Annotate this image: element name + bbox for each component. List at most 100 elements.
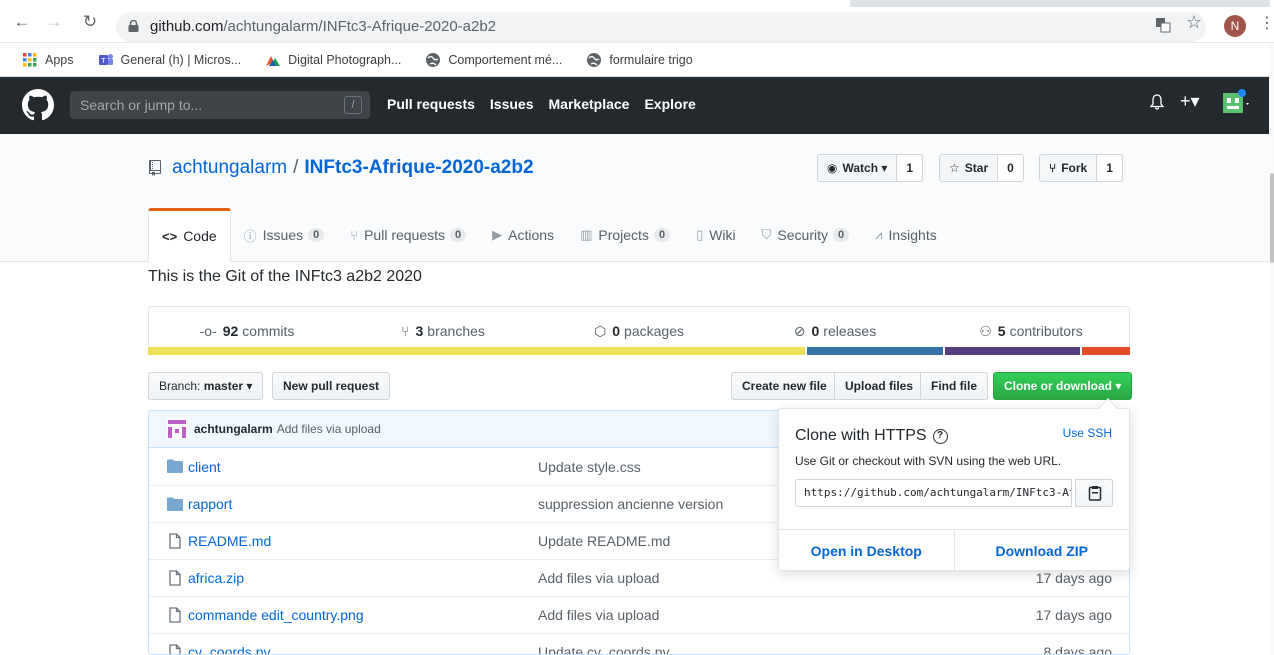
bell-icon[interactable]	[1149, 94, 1165, 113]
file-commit-message[interactable]: Update README.md	[538, 533, 670, 549]
user-avatar[interactable]	[1222, 89, 1252, 118]
repo-tabs: <> Code ⓘ Issues 0 ⑂ Pull requests 0 ▶ Actions…	[148, 208, 950, 262]
download-zip-button[interactable]: Download ZIP	[955, 530, 1130, 572]
branch-select-button[interactable]: Branch: master ▾	[148, 372, 264, 400]
back-icon[interactable]: ←	[12, 13, 32, 30]
github-header: Search or jump to... / Pull requests Iss…	[0, 77, 1274, 134]
file-name-link[interactable]: client	[188, 459, 221, 475]
folder-icon	[167, 497, 183, 511]
nav-issues[interactable]: Issues	[490, 96, 534, 112]
tab-actions[interactable]: ▶ Actions	[479, 208, 567, 262]
issue-icon: ⓘ	[243, 228, 257, 244]
url-text: github.com/achtungalarm/INFtc3-Afrique-2…	[150, 18, 497, 35]
bookmark-digital-photography[interactable]: Digital Photograph...	[265, 52, 401, 68]
file-commit-message[interactable]: Update cv_coords.py	[538, 644, 670, 654]
file-row[interactable]: cv_coords.py Update cv_coords.py 8 days ag…	[149, 633, 1129, 654]
commit-message[interactable]: Add files via upload	[277, 422, 381, 436]
file-icon	[169, 570, 181, 586]
language-segment[interactable]	[944, 347, 1081, 355]
open-in-desktop-button[interactable]: Open in Desktop	[779, 530, 955, 572]
language-segment[interactable]	[148, 347, 805, 355]
photo-site-icon	[266, 55, 281, 66]
file-name-link[interactable]: README.md	[188, 533, 271, 549]
pull-request-icon: ⑂	[350, 227, 359, 243]
file-name-link[interactable]: africa.zip	[188, 570, 244, 586]
scrollbar-thumb[interactable]	[1270, 173, 1274, 263]
page-scrollbar[interactable]	[1269, 43, 1274, 655]
upload-files-button[interactable]: Upload files	[834, 372, 925, 400]
commit-author[interactable]: achtungalarm	[194, 422, 273, 436]
star-group: ☆ Star 0	[939, 154, 1024, 182]
find-file-button[interactable]: Find file	[920, 372, 988, 400]
tab-projects[interactable]: ▥ Projects 0	[567, 208, 683, 262]
bookmark-formulaire-trigo[interactable]: formulaire trigo	[586, 52, 693, 68]
tab-pull-requests[interactable]: ⑂ Pull requests 0	[337, 208, 479, 262]
new-pull-request-button[interactable]: New pull request	[272, 372, 391, 400]
package-icon: ⬡	[594, 322, 607, 339]
watch-count[interactable]: 1	[897, 154, 924, 182]
use-ssh-link[interactable]: Use SSH	[1063, 426, 1112, 440]
star-icon: ☆	[949, 161, 960, 175]
file-commit-message[interactable]: suppression ancienne version	[538, 496, 723, 512]
globe-icon	[426, 52, 441, 67]
nav-explore[interactable]: Explore	[644, 96, 695, 112]
book-icon: ▯	[696, 227, 704, 242]
menu-dots-icon[interactable]: ⋮	[1259, 13, 1274, 33]
clone-actions: Open in Desktop Download ZIP	[779, 529, 1129, 572]
bookmark-comportement[interactable]: Comportement mé...	[425, 52, 562, 68]
file-commit-message[interactable]: Add files via upload	[538, 607, 659, 623]
shield-icon: ⛉	[761, 227, 772, 242]
reload-icon[interactable]: ↻	[80, 13, 100, 30]
bookmark-apps[interactable]: Apps	[22, 52, 74, 68]
play-icon: ▶	[492, 227, 503, 242]
clone-title: Clone with HTTPS?	[795, 427, 948, 445]
bookmark-teams[interactable]: T General (h) | Micros...	[98, 52, 241, 68]
create-new-file-button[interactable]: Create new file	[731, 372, 838, 400]
tab-code[interactable]: <> Code	[148, 208, 231, 262]
github-logo-icon[interactable]	[22, 89, 54, 121]
nav-marketplace[interactable]: Marketplace	[549, 96, 630, 112]
language-segment[interactable]	[806, 347, 943, 355]
star-button[interactable]: ☆ Star	[939, 154, 999, 182]
file-icon	[169, 533, 181, 549]
caret-down-icon: ▾	[1115, 379, 1122, 393]
clone-help-text: Use Git or checkout with SVN using the w…	[795, 454, 1062, 468]
translate-icon[interactable]	[1155, 17, 1171, 36]
question-icon[interactable]: ?	[932, 428, 948, 444]
address-bar[interactable]: github.com/achtungalarm/INFtc3-Afrique-2…	[116, 12, 1206, 42]
tab-insights[interactable]: ⩘ Insights	[862, 208, 950, 262]
language-bar[interactable]	[148, 347, 1130, 355]
file-name-link[interactable]: commande edit_country.png	[188, 607, 364, 623]
tab-wiki[interactable]: ▯ Wiki	[683, 208, 749, 262]
copy-to-clipboard-button[interactable]	[1075, 479, 1113, 507]
file-icon	[169, 607, 181, 623]
tab-issues[interactable]: ⓘ Issues 0	[231, 208, 338, 262]
clone-url-input[interactable]: https://github.com/achtungalarm/INFtc3-A…	[795, 479, 1072, 507]
browser-toolbar: ← → ↻ github.com/achtungalarm/INFtc3-Afr…	[0, 0, 1274, 43]
repo-header: achtungalarm / INFtc3-Afrique-2020-a2b2 …	[0, 134, 1274, 262]
repo-name-link[interactable]: INFtc3-Afrique-2020-a2b2	[304, 157, 533, 179]
clone-or-download-button[interactable]: Clone or download ▾	[993, 372, 1133, 400]
bookmarks-bar: Apps T General (h) | Micros... Digital Ph…	[0, 43, 1274, 77]
profile-avatar[interactable]: N	[1224, 15, 1246, 37]
forward-icon[interactable]: →	[44, 13, 64, 30]
language-segment[interactable]	[1082, 347, 1130, 355]
file-name-link[interactable]: rapport	[188, 496, 232, 512]
file-row[interactable]: commande edit_country.png Add files via u…	[149, 596, 1129, 633]
nav-pull-requests[interactable]: Pull requests	[387, 96, 475, 112]
search-input[interactable]: Search or jump to... /	[70, 91, 370, 119]
repo-owner-link[interactable]: achtungalarm	[172, 157, 287, 179]
fork-button[interactable]: ⑂ Fork	[1039, 154, 1098, 182]
star-count[interactable]: 0	[998, 154, 1024, 182]
file-name-link[interactable]: cv_coords.py	[188, 644, 270, 654]
eye-icon: ◉	[827, 161, 838, 175]
star-bookmark-icon[interactable]: ☆	[1186, 12, 1202, 33]
repo-title: achtungalarm / INFtc3-Afrique-2020-a2b2	[148, 157, 534, 179]
plus-dropdown-icon[interactable]: +▾	[1180, 91, 1200, 112]
fork-count[interactable]: 1	[1097, 154, 1123, 182]
tab-security[interactable]: ⛉ Security 0	[749, 208, 862, 262]
file-commit-message[interactable]: Add files via upload	[538, 570, 659, 586]
file-commit-message[interactable]: Update style.css	[538, 459, 641, 475]
watch-button[interactable]: ◉ Watch ▾	[817, 154, 898, 182]
commit-author-avatar[interactable]	[167, 419, 187, 439]
